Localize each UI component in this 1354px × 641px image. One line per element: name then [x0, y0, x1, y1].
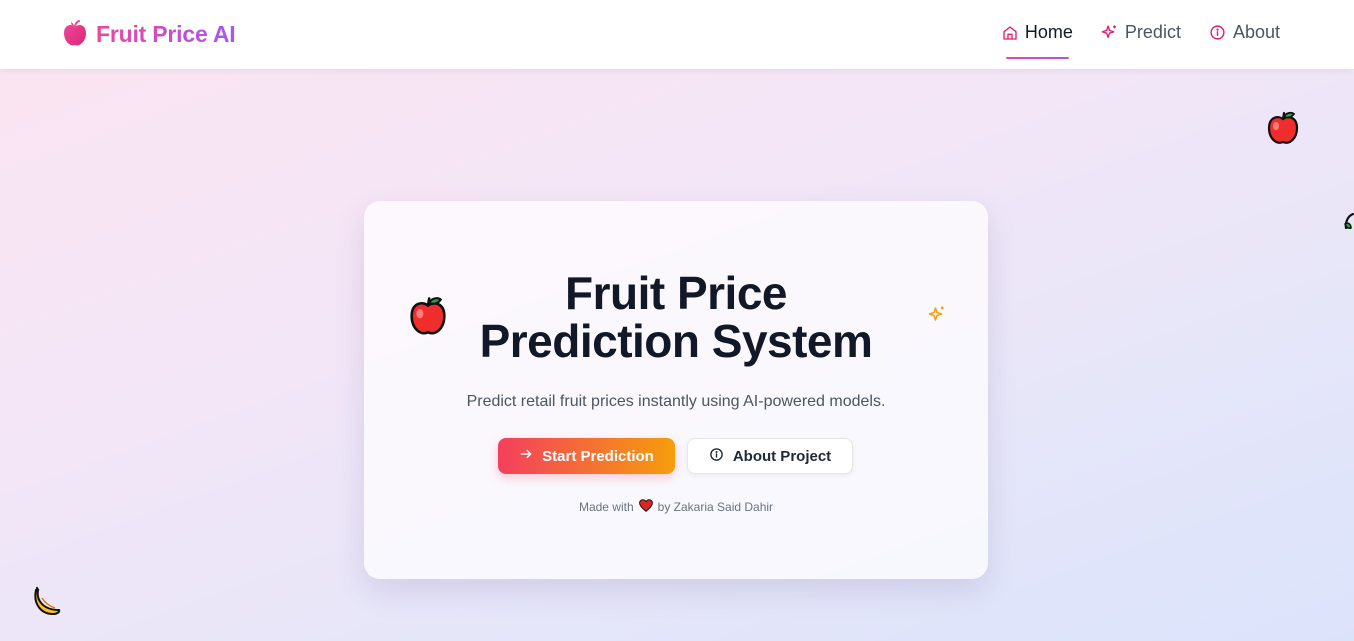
nav-links: Home Predict About: [1002, 22, 1280, 59]
nav-item-about[interactable]: About: [1209, 22, 1280, 47]
apple-icon: [1266, 110, 1300, 151]
heart-icon: [638, 499, 653, 515]
nav-item-predict-label: Predict: [1124, 22, 1181, 42]
credit-prefix: Made with: [578, 500, 634, 514]
page-title-line1: Fruit Price: [564, 267, 788, 319]
nav-item-about-label: About: [1232, 22, 1280, 42]
start-prediction-button[interactable]: Start Prediction: [498, 438, 675, 474]
about-project-button[interactable]: About Project: [687, 438, 853, 474]
nav-item-home-label: Home: [1024, 22, 1073, 42]
about-project-label: About Project: [732, 447, 832, 465]
arrow-right-icon: [519, 447, 533, 465]
start-prediction-label: Start Prediction: [542, 447, 654, 465]
navbar: Fruit Price AI Home Predict About: [0, 0, 1354, 69]
hero-card: Fruit Price Prediction System Predict re…: [364, 201, 988, 579]
info-icon: [1209, 24, 1226, 41]
nav-item-predict[interactable]: Predict: [1101, 22, 1181, 47]
brand-name: Fruit Price AI: [96, 20, 236, 47]
page-title-line2: Prediction System: [479, 315, 873, 367]
fruit-partial-icon: [1343, 212, 1354, 241]
hero-subtitle: Predict retail fruit prices instantly us…: [466, 393, 886, 410]
fruit-logo-icon: [62, 20, 88, 48]
nav-item-home[interactable]: Home: [1002, 22, 1073, 59]
banana-icon: [33, 586, 63, 621]
brand[interactable]: Fruit Price AI: [62, 20, 236, 48]
hero-actions: Start Prediction About Project: [498, 438, 853, 474]
credit-author: by Zakaria Said Dahir: [657, 500, 774, 514]
info-icon: [709, 447, 724, 466]
home-icon: [1002, 25, 1018, 41]
page-title: Fruit Price Prediction System: [364, 269, 988, 365]
credit-line: Made with by Zakaria Said Dahir: [364, 499, 988, 515]
sparkle-icon: [1101, 24, 1118, 41]
